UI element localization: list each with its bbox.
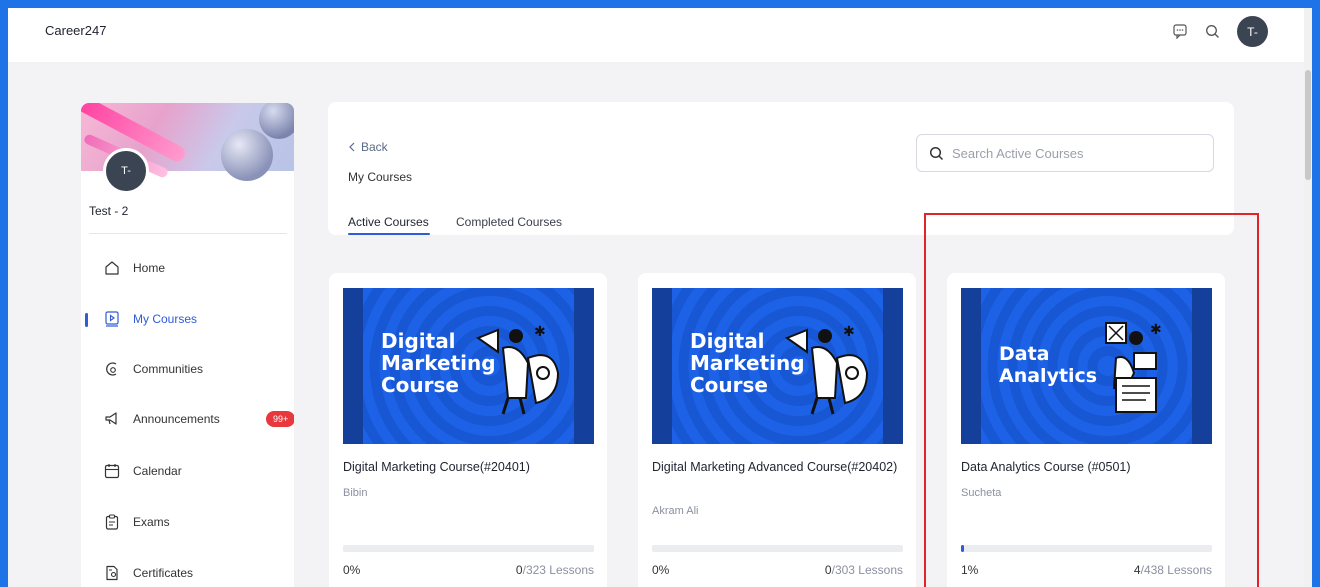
- sidebar-item-label: Exams: [133, 515, 170, 529]
- progress-bar: [652, 545, 903, 552]
- clipboard-icon: [101, 511, 123, 533]
- sidebar-item-exams[interactable]: Exams: [101, 508, 291, 536]
- megaphone-icon: [101, 408, 123, 430]
- back-link[interactable]: Back: [348, 140, 388, 154]
- home-icon: [101, 257, 123, 279]
- highlight-box: [924, 213, 1259, 587]
- play-square-icon: [101, 308, 123, 330]
- chat-icon[interactable]: [1170, 21, 1190, 41]
- active-tab-underline: [348, 233, 430, 235]
- lessons-count: 0/323 Lessons: [516, 563, 594, 577]
- top-bar: Career247 T-: [8, 8, 1304, 62]
- sidebar-item-label: My Courses: [133, 312, 198, 326]
- marketing-illustration-icon: ✱: [784, 323, 869, 415]
- profile-name: Test - 2: [89, 204, 129, 218]
- search-icon[interactable]: [1202, 21, 1222, 41]
- brand-name: Career247: [45, 23, 107, 38]
- sidebar-item-label: Certificates: [133, 566, 194, 580]
- course-thumbnail: Digital Marketing Course ✱: [652, 288, 903, 444]
- svg-text:✱: ✱: [843, 323, 855, 339]
- lessons-done: 0: [515, 563, 523, 577]
- instructor-name: Akram Ali: [652, 505, 699, 517]
- course-thumbnail: Digital Marketing Course ✱: [343, 288, 594, 444]
- progress-percent: 0%: [652, 563, 670, 577]
- back-label: Back: [361, 140, 388, 154]
- svg-text:✱: ✱: [534, 323, 546, 339]
- sidebar-item-communities[interactable]: Communities: [101, 355, 291, 383]
- sidebar-item-certificates[interactable]: Certificates: [101, 559, 291, 587]
- lessons-done: 0: [824, 563, 832, 577]
- search-input[interactable]: [952, 145, 1202, 161]
- app-window: Career247 T- T- Test - 2 Home My Courses…: [8, 8, 1312, 587]
- tab-active-courses[interactable]: Active Courses: [348, 215, 429, 229]
- course-title: Digital Marketing Course(#20401): [343, 460, 530, 474]
- sidebar-item-home[interactable]: Home: [101, 254, 291, 282]
- sidebar-item-calendar[interactable]: Calendar: [101, 457, 291, 485]
- sidebar: T- Test - 2 Home My Courses Communities …: [81, 103, 294, 587]
- communities-icon: [101, 358, 123, 380]
- progress-bar: [343, 545, 594, 552]
- course-card[interactable]: Digital Marketing Course ✱ Digital Marke…: [329, 273, 607, 587]
- divider: [89, 233, 287, 234]
- profile-avatar: T-: [103, 148, 149, 194]
- calendar-icon: [101, 460, 123, 482]
- search-box[interactable]: [916, 134, 1214, 172]
- tab-completed-courses[interactable]: Completed Courses: [456, 215, 562, 229]
- lessons-total: /303 Lessons: [831, 563, 903, 577]
- course-card[interactable]: Digital Marketing Course ✱ Digital Marke…: [638, 273, 916, 587]
- sidebar-item-label: Communities: [133, 362, 204, 376]
- marketing-illustration-icon: ✱: [475, 323, 560, 415]
- vertical-scrollbar[interactable]: [1304, 8, 1312, 587]
- instructor-name: Bibin: [343, 487, 368, 499]
- lessons-total: /323 Lessons: [522, 563, 594, 577]
- search-icon: [929, 146, 944, 160]
- active-indicator: [85, 313, 88, 327]
- progress-percent: 0%: [343, 563, 361, 577]
- sidebar-item-my-courses[interactable]: My Courses: [101, 305, 291, 333]
- scrollbar-thumb[interactable]: [1305, 70, 1311, 180]
- lessons-count: 0/303 Lessons: [825, 563, 903, 577]
- sidebar-item-label: Home: [133, 261, 166, 275]
- sidebar-item-label: Announcements: [133, 412, 220, 426]
- notification-badge: 99+: [266, 411, 294, 427]
- course-title: Digital Marketing Advanced Course(#20402…: [652, 460, 898, 474]
- page-title: My Courses: [348, 170, 413, 184]
- chevron-left-icon: [349, 142, 355, 152]
- sidebar-item-label: Calendar: [133, 464, 182, 478]
- sidebar-item-announcements[interactable]: Announcements 99+: [101, 405, 294, 433]
- certificate-icon: [101, 562, 123, 584]
- user-avatar[interactable]: T-: [1237, 16, 1268, 47]
